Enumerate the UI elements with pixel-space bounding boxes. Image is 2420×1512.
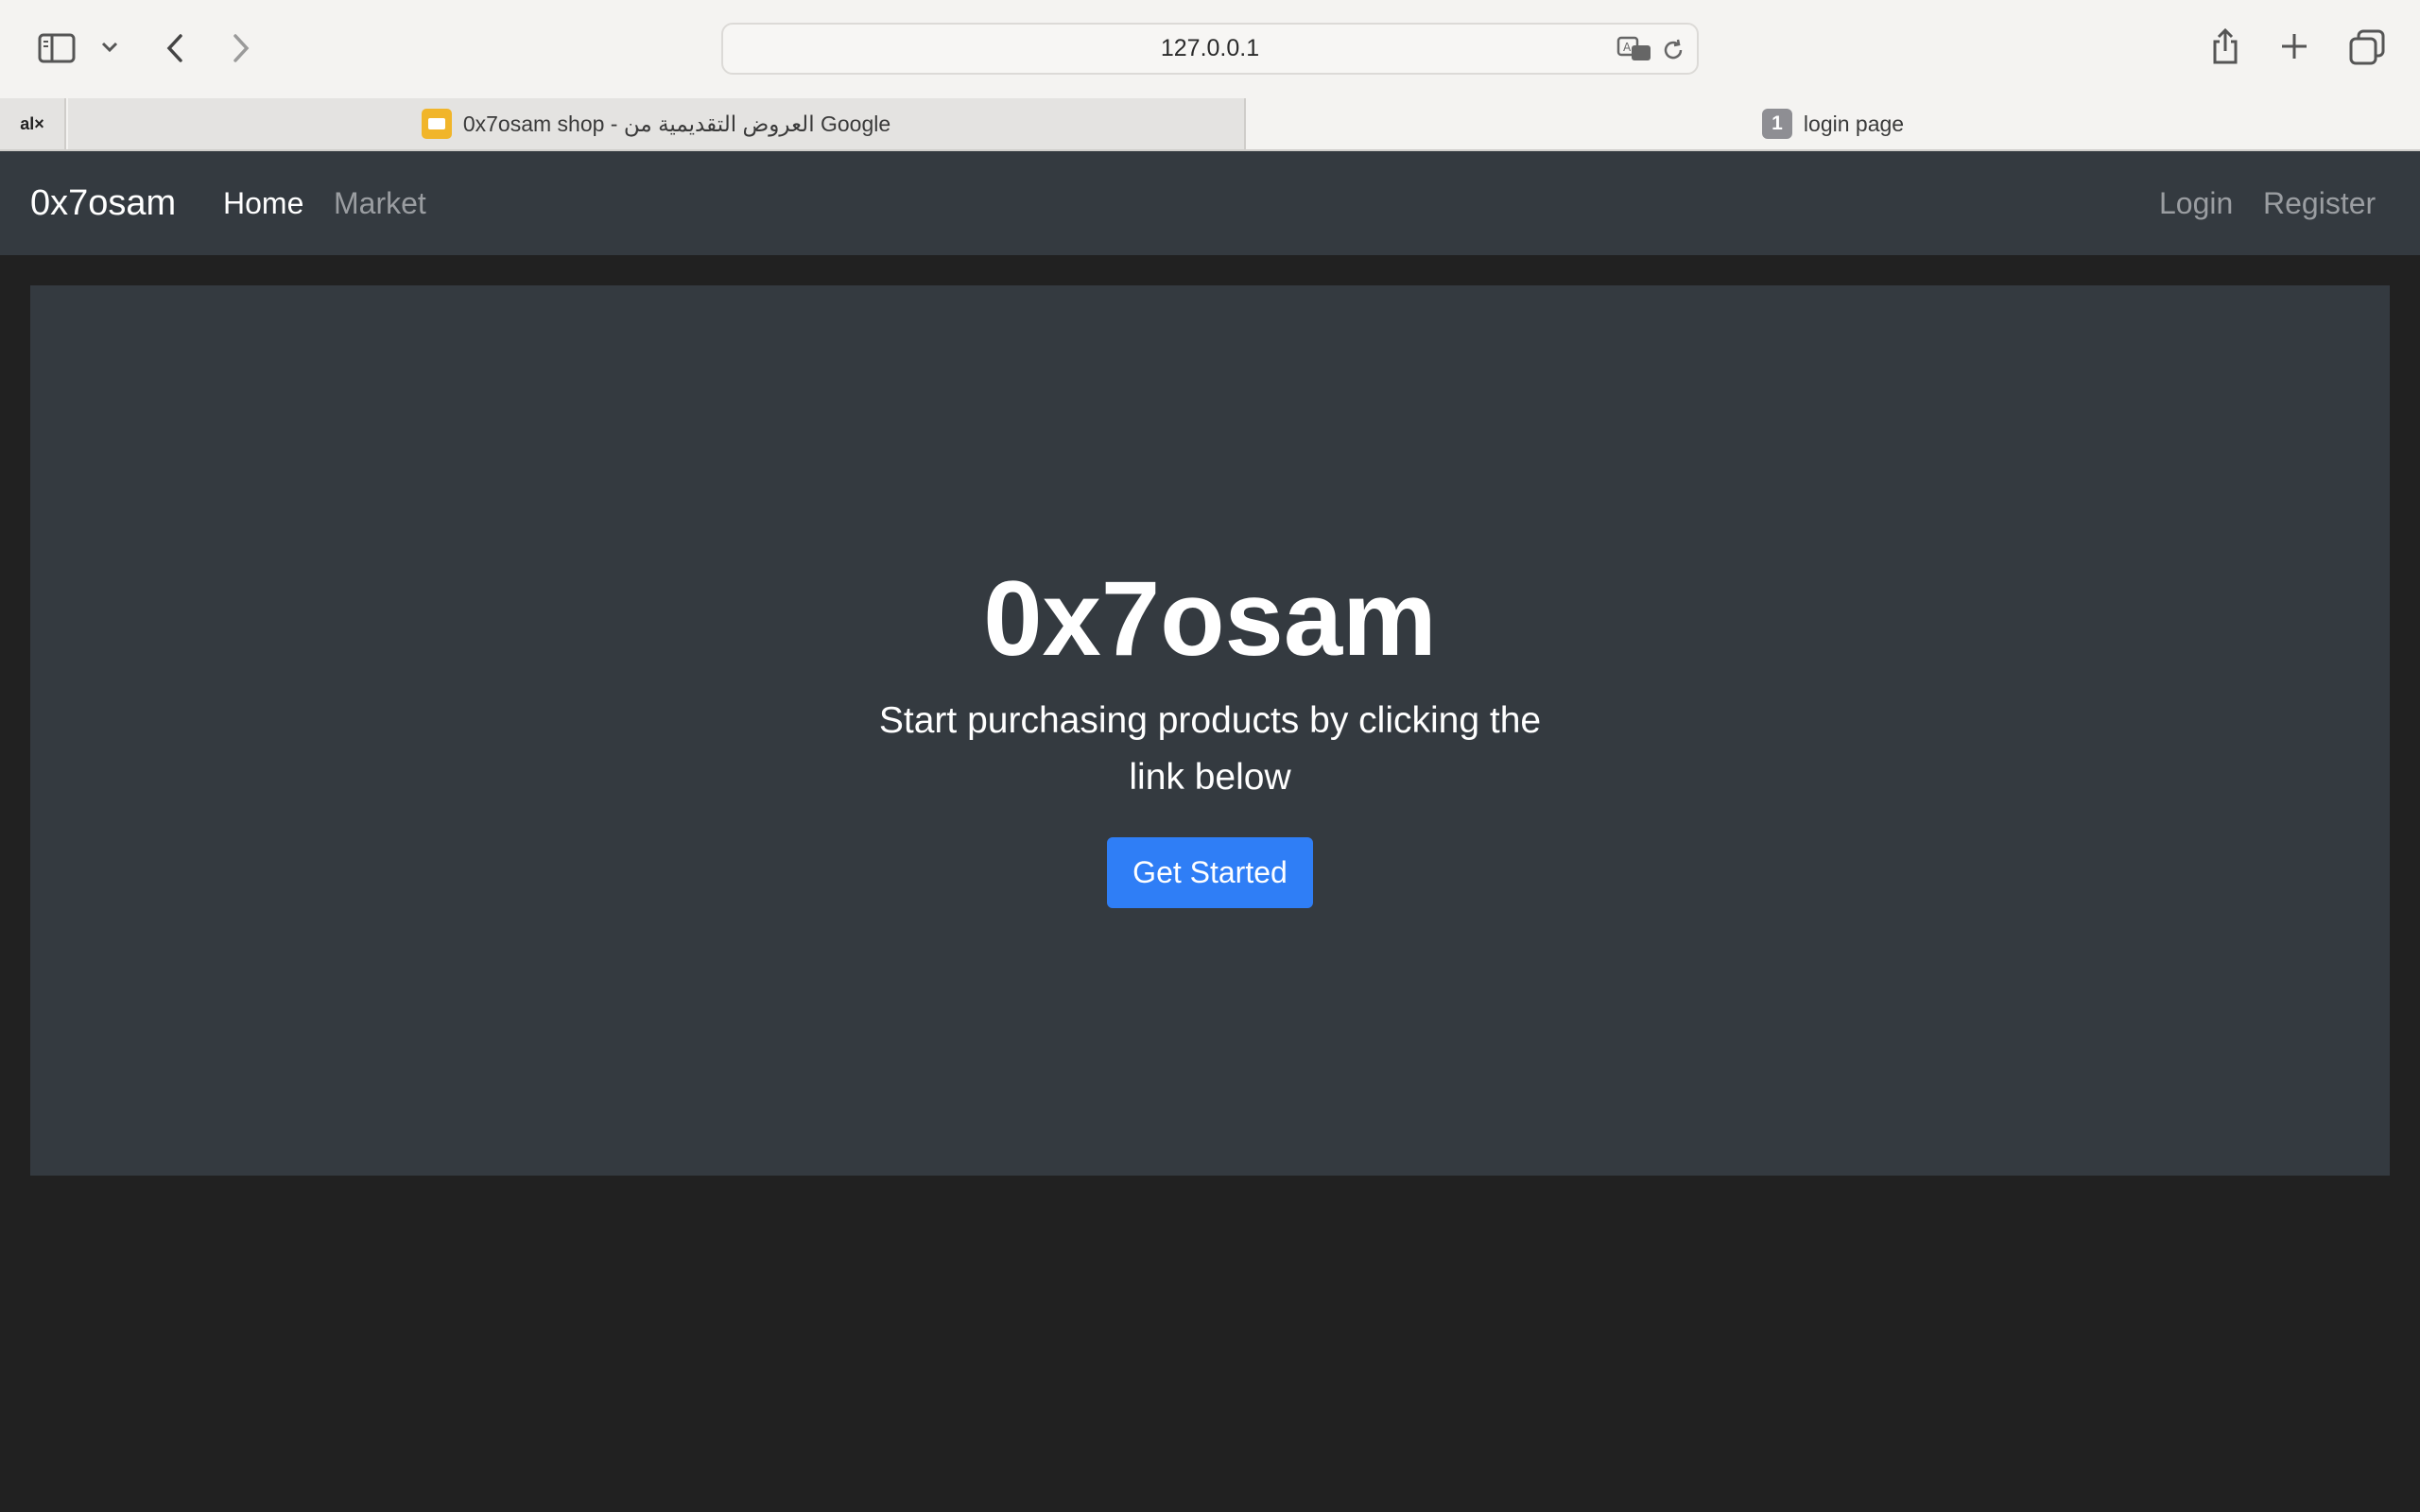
tab-strip: al× 0x7osam shop - العروض التقديمية من G… (0, 98, 2420, 151)
tab-overview-icon[interactable] (2348, 28, 2386, 66)
nav-register[interactable]: Register (2263, 151, 2376, 255)
back-icon[interactable] (161, 30, 189, 66)
translate-icon[interactable]: A (1616, 34, 1653, 64)
url-text: 127.0.0.1 (1160, 35, 1260, 61)
tab-login-page[interactable]: 1 login page (1246, 98, 2420, 149)
tab-slides[interactable]: 0x7osam shop - العروض التقديمية من Googl… (68, 98, 1246, 149)
pinned-tab-label: al× (20, 113, 44, 133)
address-bar[interactable]: 127.0.0.1 A (721, 23, 1699, 75)
slides-favicon-icon (421, 109, 452, 139)
sidebar-toggle-icon[interactable] (36, 31, 78, 65)
share-icon[interactable] (2208, 25, 2242, 68)
get-started-button[interactable]: Get Started (1107, 837, 1313, 908)
hero-subtitle: Start purchasing products by clicking th… (878, 700, 1542, 798)
hero-title: 0x7osam (983, 559, 1437, 678)
tab-title: 0x7osam shop - العروض التقديمية من Googl… (462, 111, 891, 136)
reload-icon[interactable] (1659, 36, 1687, 64)
nav-home[interactable]: Home (223, 151, 303, 255)
new-tab-icon[interactable] (2278, 30, 2310, 62)
nav-login[interactable]: Login (2159, 151, 2233, 255)
browser-toolbar: 127.0.0.1 A (0, 0, 2420, 98)
forward-icon[interactable] (227, 30, 255, 66)
tab-title: login page (1803, 111, 1905, 136)
brand-link[interactable]: 0x7osam (30, 151, 176, 255)
chevron-down-icon[interactable] (98, 38, 121, 57)
pinned-tab-alx[interactable]: al× (0, 98, 66, 149)
tab-favicon-badge: 1 (1761, 109, 1792, 139)
svg-text:A: A (1623, 41, 1632, 54)
site-navbar: 0x7osam Home Market Login Register (0, 151, 2420, 255)
nav-market[interactable]: Market (334, 151, 426, 255)
